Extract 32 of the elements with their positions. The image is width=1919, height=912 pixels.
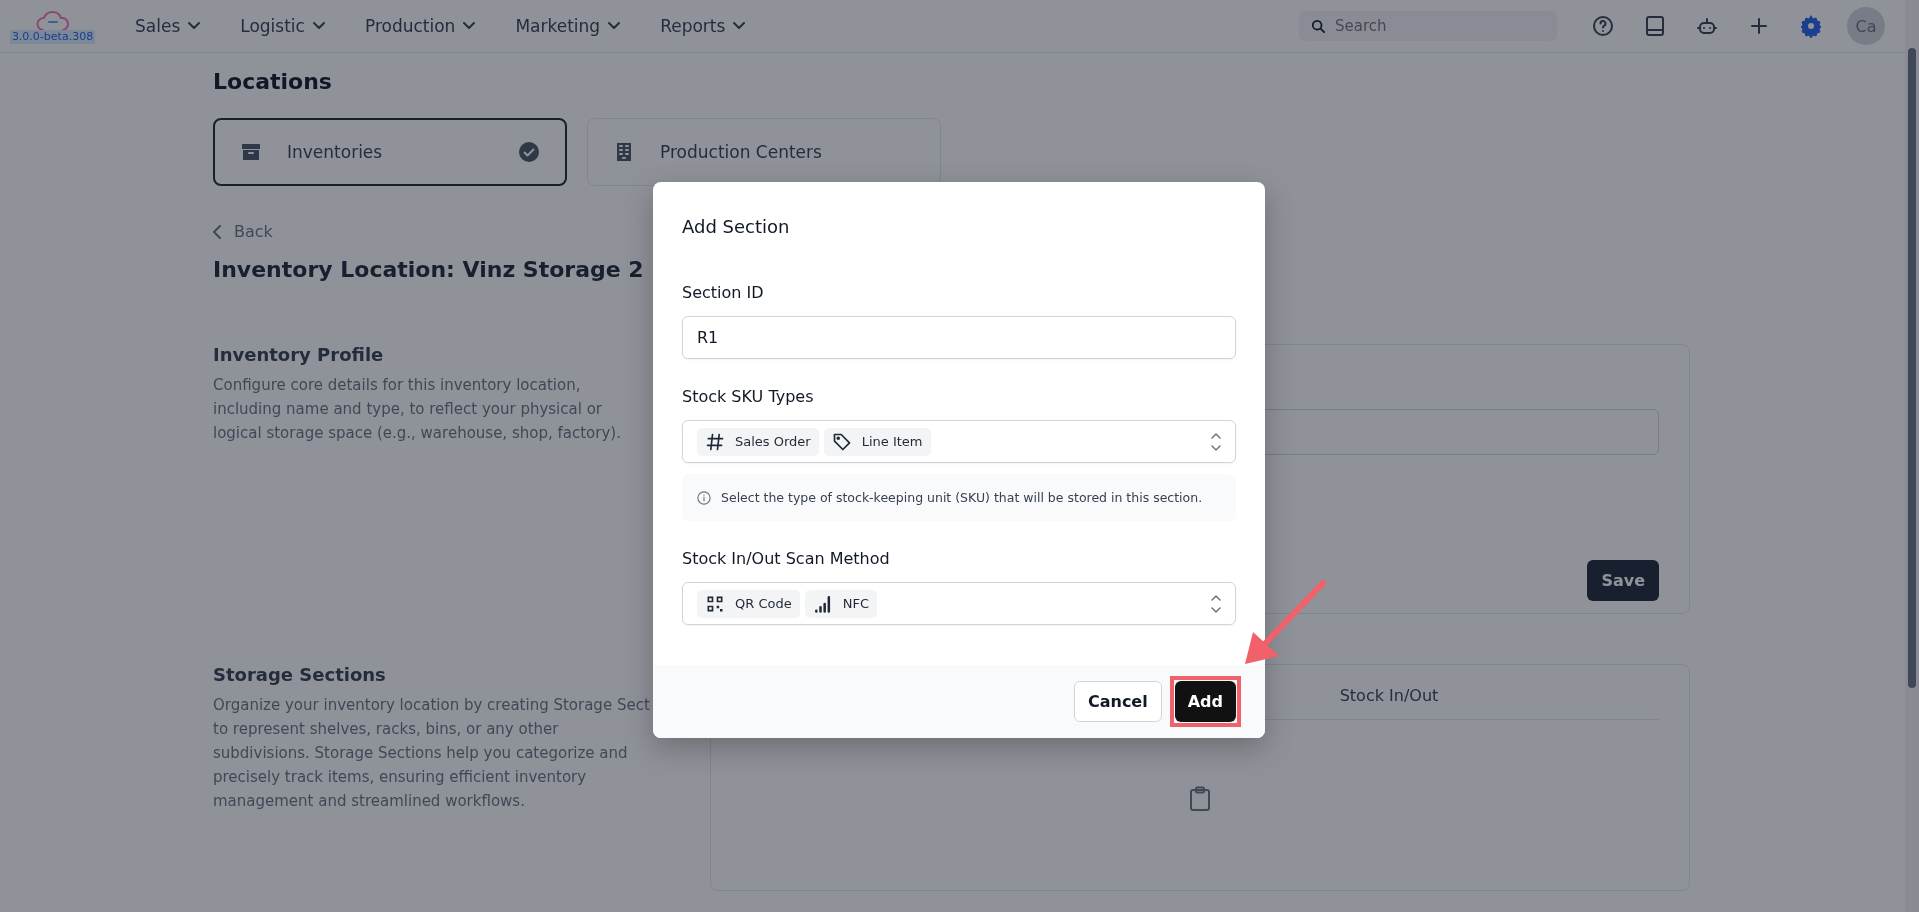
nav-menu[interactable]: Logistic xyxy=(220,6,345,46)
nav-menu[interactable]: Sales xyxy=(115,6,221,46)
section-description: Configure core details for this inventory location, including name and type, to reflect your physical or logical storage space (e.g., warehouse, shop, factory). xyxy=(213,375,622,444)
selected-chip[interactable]: Line Item xyxy=(823,427,931,456)
field-label: Stock SKU Types xyxy=(682,387,815,406)
hint-text: Select the type of stock-keeping unit (SKU) that will be stored in this section. xyxy=(721,490,1203,505)
save-button[interactable]: Save xyxy=(1587,560,1659,601)
nav-menu[interactable]: Marketing xyxy=(495,6,641,46)
selected-chip[interactable]: Sales Order xyxy=(697,427,819,456)
cancel-button[interactable]: Cancel xyxy=(1073,681,1162,722)
field-label: Stock In/Out Scan Method xyxy=(682,549,891,568)
section-id-field[interactable]: R1 xyxy=(682,316,1236,359)
multi-select-field[interactable]: Sales Order Line Item xyxy=(682,420,1236,463)
version-label: 3.0.0-beta.308 xyxy=(9,30,96,44)
location-heading: Inventory Location: Vinz Storage 2 xyxy=(213,257,645,282)
search-field[interactable]: Search xyxy=(1299,11,1557,41)
selected-chip[interactable]: QR Code xyxy=(697,589,800,618)
column-header: Stock In/Out xyxy=(1338,686,1440,707)
section-description: Organize your inventory location by creating Storage Sect to represent shelves, racks, bins, or any other subdivisions. Storage Sections help you categorize and precisely track items, ensuring efficient inventory management and streamlined workflows. xyxy=(213,695,650,812)
section-title: Storage Sections xyxy=(213,664,387,685)
back-link[interactable]: Back xyxy=(213,222,273,241)
location-tab[interactable]: Production Centers xyxy=(587,118,941,186)
nav-menu[interactable]: Production xyxy=(344,6,496,46)
add-button[interactable]: Add xyxy=(1174,681,1236,722)
multi-select-field[interactable]: QR Code NFC xyxy=(682,582,1236,625)
dialog-title: Add Section xyxy=(682,216,791,237)
field-label: Section ID xyxy=(682,283,765,302)
page-title: Locations xyxy=(213,69,333,94)
location-tab[interactable]: Inventories xyxy=(213,118,567,186)
selected-chip[interactable]: NFC xyxy=(804,589,877,618)
nav-menu[interactable]: Reports xyxy=(640,6,766,46)
section-title: Inventory Profile xyxy=(213,344,385,365)
